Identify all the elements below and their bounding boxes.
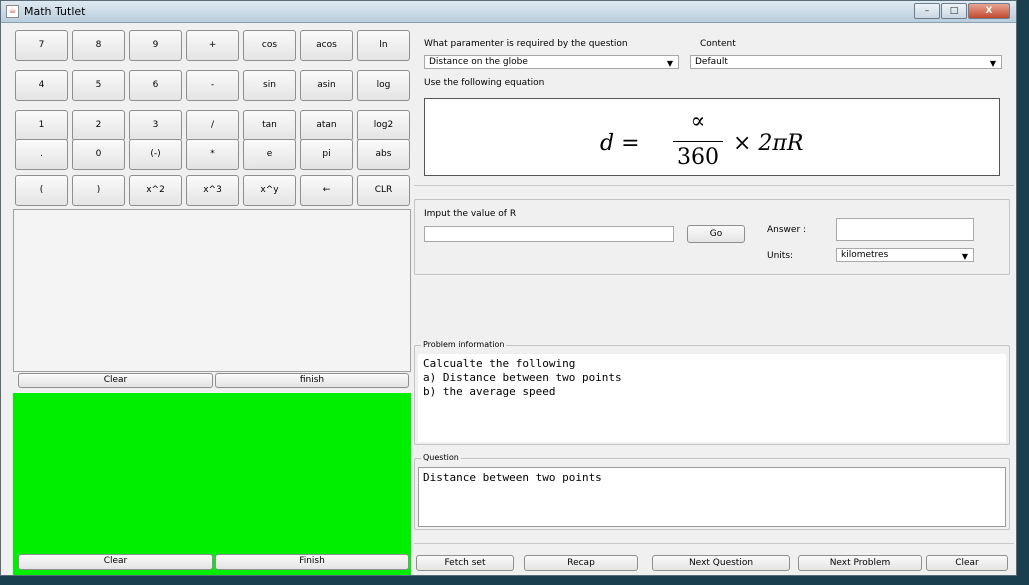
maximize-button[interactable]: □ <box>941 3 967 19</box>
calc-key-6[interactable]: 6 <box>129 70 182 101</box>
calc-key-negate[interactable]: (-) <box>129 139 182 170</box>
chevron-down-icon: ▼ <box>666 59 673 68</box>
calc-key-open-paren[interactable]: ( <box>15 175 68 206</box>
fetch-set-button[interactable]: Fetch set <box>416 555 514 571</box>
calc-key-atan[interactable]: atan <box>300 110 353 141</box>
window-title: Math Tutlet <box>24 5 86 18</box>
calc-key-minus[interactable]: - <box>186 70 239 101</box>
question-text-area[interactable]: Distance between two points <box>418 467 1006 527</box>
equation-numerator: ∝ <box>690 109 706 134</box>
calc-key-log[interactable]: log <box>357 70 410 101</box>
equation-rhs: × 2πR <box>733 131 804 156</box>
units-select[interactable]: kilometres ▼ <box>836 248 974 262</box>
calc-key-4[interactable]: 4 <box>15 70 68 101</box>
calc-key-0[interactable]: 0 <box>72 139 125 170</box>
next-problem-button[interactable]: Next Problem <box>798 555 922 571</box>
calc-key-tan[interactable]: tan <box>243 110 296 141</box>
calc-key-power[interactable]: x^y <box>243 175 296 206</box>
calc-key-plus[interactable]: + <box>186 30 239 61</box>
question-panel: Question Distance between two points <box>414 453 1010 530</box>
next-question-button[interactable]: Next Question <box>652 555 790 571</box>
close-button[interactable]: X <box>968 3 1010 19</box>
answer-field[interactable] <box>836 218 974 241</box>
question-text: Distance between two points <box>423 471 602 484</box>
calc-key-sin[interactable]: sin <box>243 70 296 101</box>
r-value-label: Imput the value of R <box>424 209 517 219</box>
go-button[interactable]: Go <box>687 225 745 243</box>
calc-key-3[interactable]: 3 <box>129 110 182 141</box>
calc-key-multiply[interactable]: * <box>186 139 239 170</box>
parameter-select-value: Distance on the globe <box>429 57 528 67</box>
work-clear-button[interactable]: Clear <box>18 373 213 388</box>
drawing-clear-button[interactable]: Clear <box>18 554 213 570</box>
clear-all-button[interactable]: Clear <box>926 555 1008 571</box>
r-value-input[interactable] <box>424 226 674 242</box>
calc-key-e[interactable]: e <box>243 139 296 170</box>
calc-key-clr[interactable]: CLR <box>357 175 410 206</box>
equation-denominator: 360 <box>677 145 719 170</box>
question-legend: Question <box>421 453 461 462</box>
calc-key-9[interactable]: 9 <box>129 30 182 61</box>
calc-key-close-paren[interactable]: ) <box>72 175 125 206</box>
problem-info-legend: Problem information <box>421 340 507 349</box>
calc-key-abs[interactable]: abs <box>357 139 410 170</box>
calc-key-acos[interactable]: acos <box>300 30 353 61</box>
chevron-down-icon: ▼ <box>961 252 968 261</box>
parameter-label: What paramenter is required by the quest… <box>424 39 628 49</box>
calc-key-7[interactable]: 7 <box>15 30 68 61</box>
content-select[interactable]: Default ▼ <box>690 55 1002 69</box>
units-label: Units: <box>767 251 794 261</box>
calc-key-cube[interactable]: x^3 <box>186 175 239 206</box>
window-controls: – □ X <box>913 3 1010 19</box>
units-select-value: kilometres <box>841 250 889 260</box>
problem-info-text: Calcualte the following a) Distance betw… <box>418 354 1006 442</box>
problem-line: a) Distance between two points <box>423 371 622 384</box>
parameter-select[interactable]: Distance on the globe ▼ <box>424 55 679 69</box>
calc-key-1[interactable]: 1 <box>15 110 68 141</box>
calc-key-square[interactable]: x^2 <box>129 175 182 206</box>
chevron-down-icon: ▼ <box>989 59 996 68</box>
problem-line: b) the average speed <box>423 385 556 398</box>
left-panel: 7 8 9 + cos acos ln 4 5 6 - sin asin log… <box>13 27 411 575</box>
minimize-button[interactable]: – <box>914 3 940 19</box>
content-select-value: Default <box>695 57 728 67</box>
calc-key-8[interactable]: 8 <box>72 30 125 61</box>
input-panel: Imput the value of R Go Answer : Units: … <box>414 199 1010 275</box>
calc-key-pi[interactable]: pi <box>300 139 353 170</box>
java-app-icon: ☕ <box>6 5 19 18</box>
right-panel: What paramenter is required by the quest… <box>414 27 1014 572</box>
app-window: ☕ Math Tutlet – □ X 7 8 9 + cos acos ln … <box>0 0 1017 576</box>
calc-key-cos[interactable]: cos <box>243 30 296 61</box>
answer-label: Answer : <box>767 225 807 235</box>
equation-lhs: d = <box>600 131 640 156</box>
divider <box>414 543 1014 544</box>
fraction-bar <box>673 141 723 142</box>
calc-key-ln[interactable]: ln <box>357 30 410 61</box>
calc-key-log2[interactable]: log2 <box>357 110 410 141</box>
equation-label: Use the following equation <box>424 78 545 88</box>
calc-key-backspace[interactable]: ← <box>300 175 353 206</box>
drawing-finish-button[interactable]: Finish <box>215 554 409 570</box>
problem-line: Calcualte the following <box>423 357 576 370</box>
calc-key-5[interactable]: 5 <box>72 70 125 101</box>
title-bar: ☕ Math Tutlet – □ X <box>1 1 1016 23</box>
calc-key-2[interactable]: 2 <box>72 110 125 141</box>
calc-key-asin[interactable]: asin <box>300 70 353 101</box>
drawing-area[interactable] <box>13 393 411 575</box>
work-text-area[interactable] <box>13 209 411 372</box>
problem-info-panel: Problem information Calcualte the follow… <box>414 340 1010 445</box>
content-label: Content <box>700 39 736 49</box>
equation-box: d = ∝ 360 × 2πR <box>424 98 1000 176</box>
calc-key-divide[interactable]: / <box>186 110 239 141</box>
divider <box>414 185 1014 186</box>
work-finish-button[interactable]: finish <box>215 373 409 388</box>
recap-button[interactable]: Recap <box>524 555 638 571</box>
calc-key-decimal[interactable]: . <box>15 139 68 170</box>
